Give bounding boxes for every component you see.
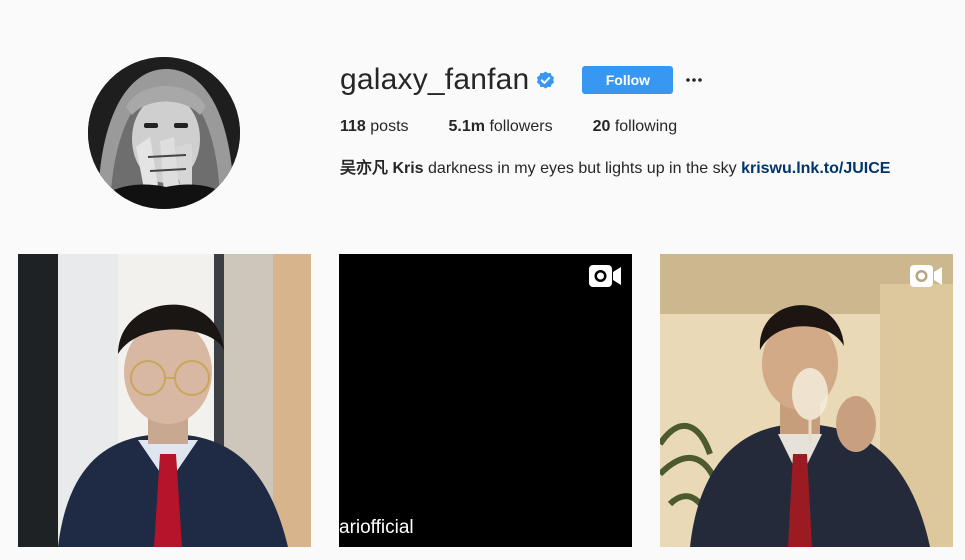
posts-label: posts — [370, 118, 409, 135]
profile-info: galaxy_fanfan Follow 118 posts 5.1m foll… — [340, 60, 940, 180]
video-camera-icon — [588, 264, 622, 288]
full-name: 吴亦凡 Kris — [340, 160, 424, 177]
bio-link[interactable]: kriswu.lnk.to/JUICE — [741, 160, 890, 177]
followers-count: 5.1m — [448, 118, 485, 135]
verified-badge-icon — [536, 70, 555, 90]
more-options-icon[interactable] — [685, 68, 703, 92]
post-image — [660, 254, 953, 547]
profile-stats: 118 posts 5.1m followers 20 following — [340, 117, 940, 137]
following-stat[interactable]: 20 following — [593, 117, 678, 137]
profile-avatar[interactable] — [88, 57, 240, 209]
following-count: 20 — [592, 118, 611, 135]
name-row: galaxy_fanfan Follow — [340, 60, 940, 100]
bio-text: darkness in my eyes but lights up in the… — [428, 160, 737, 177]
posts-count: 118 — [340, 118, 366, 135]
post-thumbnail-1[interactable] — [18, 254, 311, 547]
post-thumbnail-2[interactable]: ariofficial — [339, 254, 632, 547]
follow-button[interactable]: Follow — [582, 66, 674, 94]
following-label: following — [614, 118, 678, 135]
profile-page: galaxy_fanfan Follow 118 posts 5.1m foll… — [0, 0, 965, 560]
video-camera-icon — [909, 264, 943, 288]
posts-stat: 118 posts — [340, 117, 409, 137]
followers-stat[interactable]: 5.1m followers — [449, 117, 553, 137]
followers-label: followers — [489, 118, 553, 135]
post-image — [18, 254, 311, 547]
username: galaxy_fanfan — [340, 63, 530, 96]
video-overlay-text: ariofficial — [339, 517, 414, 538]
avatar-image — [88, 57, 240, 209]
profile-bio: 吴亦凡 Kris darkness in my eyes but lights … — [340, 158, 940, 180]
post-thumbnail-3[interactable] — [660, 254, 953, 547]
